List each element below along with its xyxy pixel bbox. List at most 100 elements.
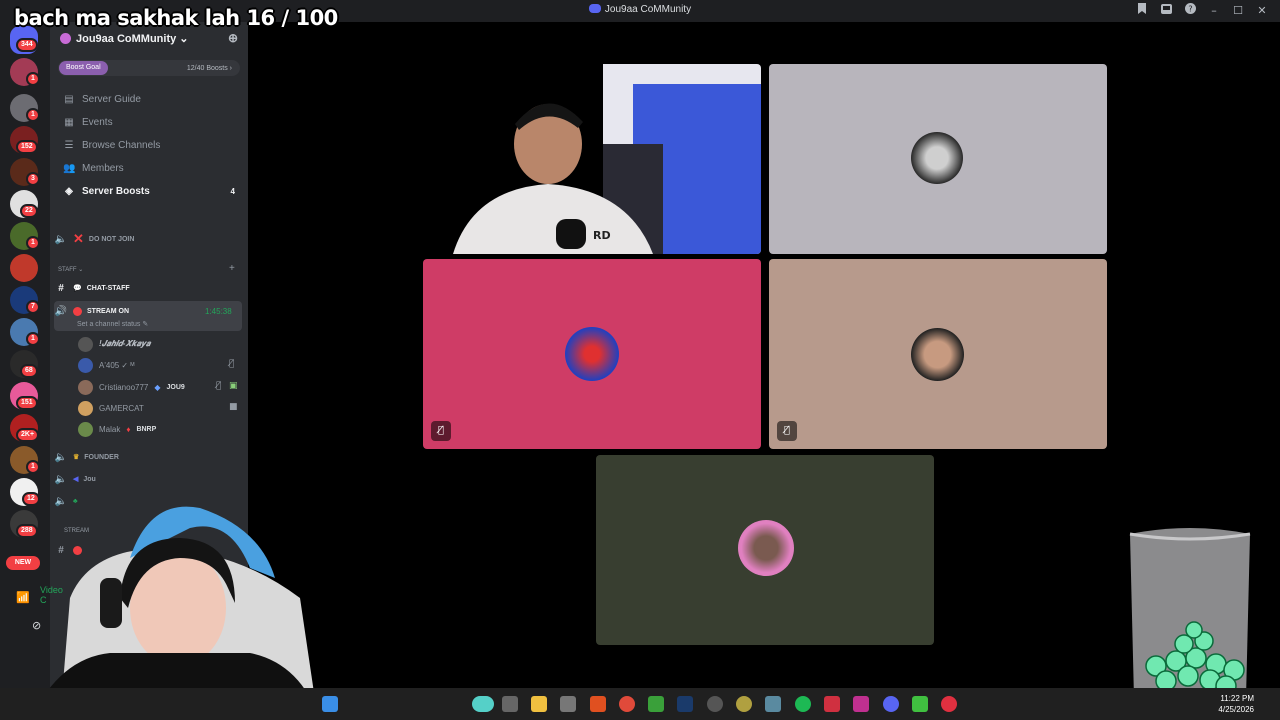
file-explorer-icon[interactable] [531, 696, 547, 712]
avatar [911, 328, 964, 381]
avatar [565, 327, 619, 381]
rail-badge: 68 [20, 364, 38, 378]
channel-chat-staff[interactable]: # 💬 CHAT-STAFF [54, 278, 129, 298]
svg-text:?: ? [1188, 5, 1192, 14]
rail-badge: 7 [26, 300, 40, 314]
clock-time: 11:22 PM [1220, 694, 1254, 703]
discord-window: bach ma sakhak lah 16 / 100 Jou9aa CoMMu… [0, 0, 1280, 720]
voice-member[interactable]: Cristianoo777 ◆ JOU9 [78, 377, 185, 397]
fire-icon: ♦ [126, 424, 131, 434]
rail-badge: 151 [16, 396, 38, 410]
discord-logo-icon [588, 4, 601, 13]
goal-jar-widget [1126, 526, 1254, 710]
server-name: Jou9aa CoMMunity ⌄ [76, 32, 189, 45]
browse-icon: ☰ [64, 140, 74, 151]
speaker-active-icon: 🔊 [54, 305, 68, 317]
jar-graphic [1129, 528, 1251, 705]
video-tile-jahid[interactable] [769, 64, 1107, 254]
store-icon[interactable] [560, 696, 576, 712]
host-webcam-feed: RD [423, 64, 761, 254]
svg-text:RD: RD [593, 229, 611, 242]
kick-icon[interactable] [912, 696, 928, 712]
hash-icon: # [58, 282, 64, 294]
guide-icon: ▤ [64, 94, 74, 105]
clock-date: 4/25/2026 [1218, 705, 1254, 714]
members-icon: 👥 [63, 163, 76, 174]
chat-bubble-icon: 💬 [73, 285, 82, 292]
rail-badge: 1 [26, 236, 40, 250]
gem-icon: ◆ [154, 382, 161, 392]
boost-goal-bar[interactable]: Boost Goal 12/40 Boosts › [58, 60, 240, 76]
nav-members[interactable]: 👥 Members [54, 157, 244, 180]
activity-icon: ▣ [229, 381, 238, 391]
server-icon[interactable] [10, 254, 38, 282]
boost-goal-label: Boost Goal [59, 61, 108, 75]
app-icon[interactable] [824, 696, 840, 712]
stream-timer: 1:45:38 [205, 307, 232, 316]
add-channel-icon[interactable]: + [229, 263, 235, 274]
avatar [911, 132, 963, 184]
steam-icon[interactable] [677, 696, 693, 712]
voice-member[interactable]: A'405 ✓ ᴹ [78, 355, 134, 375]
avatar [78, 400, 93, 416]
rail-badge: 152 [16, 140, 38, 154]
mic-muted-icon: 🎙̸ [777, 421, 797, 441]
rail-badge: 1 [26, 332, 40, 346]
category-staff[interactable]: STAFF ⌄ [58, 266, 83, 273]
obs-icon[interactable] [707, 696, 723, 712]
xbox-icon[interactable] [648, 696, 664, 712]
video-tile-aminou[interactable]: 🎙̸ [423, 259, 761, 449]
camera-icon: ■ [229, 402, 238, 412]
channel-stream-on[interactable]: 🔊 STREAM ON [54, 301, 129, 321]
maximize-icon[interactable]: ☐ [1226, 3, 1250, 19]
instagram-icon[interactable] [853, 696, 869, 712]
title-bar-controls: ? – ☐ ✕ [1130, 3, 1274, 19]
x-icon: ✕ [73, 231, 84, 246]
app-icon[interactable] [941, 696, 957, 712]
app-icon[interactable] [736, 696, 752, 712]
boost-count: 12/40 Boosts › [186, 64, 232, 72]
chrome-icon[interactable] [619, 696, 635, 712]
photos-icon[interactable] [765, 696, 781, 712]
rail-badge: 3 [26, 172, 40, 186]
voice-member[interactable]: !𝑱𝒂𝒉𝒊𝒅-𝑿𝒌𝒂𝒚𝒂 [78, 334, 150, 354]
nav-server-boosts[interactable]: ◈ Server Boosts 4 [54, 180, 244, 203]
voice-member[interactable]: Malak ♦ BNRP [78, 419, 156, 439]
speaker-icon: 🔈 [54, 233, 68, 245]
rail-badge: 1 [26, 108, 40, 122]
mic-muted-icon: 🎙̸ [216, 381, 222, 391]
video-tile-cristiano[interactable]: 🎙̸ [769, 259, 1107, 449]
copilot-icon[interactable] [472, 696, 494, 712]
video-tile-host[interactable]: RD [423, 64, 761, 254]
start-icon[interactable] [322, 696, 338, 712]
calendar-icon: ▦ [64, 117, 74, 128]
boost-counter: 4 [230, 187, 235, 196]
nav-events[interactable]: ▦ Events [54, 111, 244, 134]
mentions-icon[interactable] [1154, 3, 1178, 19]
server-badge-icon [60, 32, 71, 44]
nav-server-guide[interactable]: ▤ Server Guide [54, 88, 244, 111]
spotify-icon[interactable] [795, 696, 811, 712]
minimize-icon[interactable]: – [1202, 3, 1226, 19]
discord-icon[interactable] [883, 696, 899, 712]
live-dot-icon [73, 306, 82, 316]
close-icon[interactable]: ✕ [1250, 3, 1274, 19]
brave-icon[interactable] [590, 696, 606, 712]
help-icon[interactable]: ? [1178, 3, 1202, 19]
windows-taskbar: 11:22 PM 4/25/2026 [0, 688, 1280, 720]
mic-muted-icon: 🎙̸ [431, 421, 451, 441]
inbox-icon[interactable] [1130, 3, 1154, 19]
avatar [78, 421, 93, 437]
system-clock[interactable]: 11:22 PM 4/25/2026 [1218, 693, 1254, 715]
task-view-icon[interactable] [502, 696, 518, 712]
voice-member[interactable]: GAMERCAT [78, 398, 144, 418]
rail-badge: 344 [16, 38, 38, 52]
add-member-icon[interactable]: ⊕ [228, 31, 238, 45]
avatar [738, 520, 794, 576]
channel-do-not-join[interactable]: 🔈 ✕ DO NOT JOIN [54, 229, 135, 249]
set-channel-status[interactable]: Set a channel status ✎ [77, 320, 148, 328]
avatar [78, 357, 93, 373]
avatar [78, 336, 93, 352]
nav-browse-channels[interactable]: ☰ Browse Channels [54, 134, 244, 157]
video-tile-malak[interactable] [596, 455, 934, 645]
